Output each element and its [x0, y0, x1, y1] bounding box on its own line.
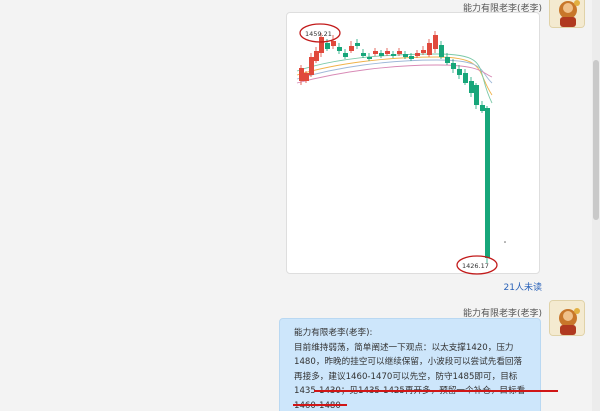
- highlight-underline: [293, 404, 347, 406]
- candle-body: [373, 51, 378, 54]
- avatar-icon: [550, 0, 584, 27]
- highlight-underline: [314, 390, 558, 392]
- sender-avatar[interactable]: [549, 0, 585, 28]
- candle-body: [391, 54, 396, 56]
- candle-body: [379, 53, 384, 56]
- message-line: 1480，昨晚的挂空可以继续保留，小波段可以尝试先看回落: [294, 357, 523, 368]
- candle-body: [485, 108, 490, 258]
- candle-body: [314, 51, 319, 61]
- candle-body: [415, 53, 420, 56]
- low-price-label: 1426.17: [462, 262, 489, 270]
- candle-body: [474, 85, 479, 105]
- message-line: 目前维持弱荡，简单阐述一下观点：以太支撑1420，压力: [294, 342, 514, 353]
- candle-body: [309, 57, 314, 75]
- candle-body: [445, 57, 450, 63]
- candle-body: [439, 45, 444, 57]
- chart-image[interactable]: 1459.21 1426.17: [286, 12, 540, 275]
- candlestick-chart: 1459.21 1426.17: [296, 23, 506, 275]
- avatar-icon: [550, 301, 584, 335]
- candle-body: [433, 35, 438, 49]
- candle-body: [304, 73, 309, 81]
- candle-body: [355, 43, 360, 46]
- candle-body: [409, 56, 414, 59]
- candle-body: [463, 73, 468, 83]
- message-bubble[interactable]: 能力有限老李(老李): 目前维持弱荡，简单阐述一下观点：以太支撑1420，压力 …: [279, 318, 558, 411]
- candle-body: [451, 63, 456, 69]
- candle-body: [319, 37, 324, 53]
- scrollbar[interactable]: [592, 0, 600, 411]
- candle-body: [343, 53, 348, 57]
- candle-body: [367, 57, 372, 59]
- candle-body: [299, 68, 304, 81]
- scroll-thumb[interactable]: [593, 60, 599, 220]
- candle-body: [427, 43, 432, 55]
- candle-body: [337, 47, 342, 51]
- sender-avatar[interactable]: [549, 300, 585, 336]
- candle-body: [349, 46, 354, 51]
- candle-body: [361, 53, 366, 56]
- candle-body: [421, 50, 426, 53]
- cursor-dot: [504, 241, 506, 243]
- candle-body: [457, 69, 462, 75]
- candle-body: [385, 51, 390, 54]
- candle-body: [397, 51, 402, 54]
- candle-body: [469, 81, 474, 93]
- candle-body: [331, 41, 336, 46]
- read-receipt[interactable]: 21人未读: [504, 280, 542, 293]
- high-price-label: 1459.21: [305, 30, 332, 38]
- message-line: 能力有限老李(老李):: [294, 328, 373, 338]
- candle-body: [480, 105, 485, 111]
- candle-body: [403, 54, 408, 57]
- candle-body: [325, 43, 330, 49]
- message-line: 再接多，建议1460-1470可以先空，防守1485即可，目标: [294, 371, 518, 382]
